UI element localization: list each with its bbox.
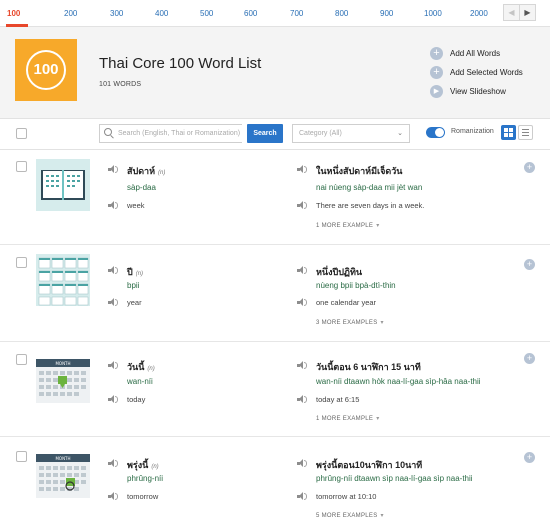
word-row: MONTH พรุ่งนี้ (n) phrûng-níi tomorrow พร… (0, 437, 550, 520)
tab-100[interactable]: 100 (7, 9, 20, 18)
filter-bar: Search (English, Thai or Romanization) S… (0, 119, 550, 150)
word-thai: สัปดาห์ (n) (127, 166, 166, 176)
word-romanization: wan-níi (127, 377, 153, 386)
tab-300[interactable]: 300 (110, 9, 123, 18)
word-row: MONTH วันนี้ (n) wan-níi today วันนี้ตอน … (0, 342, 550, 437)
word-english: today (127, 395, 146, 404)
tab-400[interactable]: 400 (155, 9, 168, 18)
word-row: สัปดาห์ (n) sàp-daa week ในหนึ่งสัปดาห์มี… (0, 150, 550, 245)
grid-view-button[interactable] (501, 125, 516, 140)
word-thai: วันนี้ (n) (127, 362, 155, 372)
speaker-icon[interactable] (108, 459, 118, 468)
chevron-down-icon: ⌄ (397, 130, 403, 137)
speaker-icon[interactable] (297, 492, 307, 501)
search-button[interactable]: Search (247, 124, 283, 143)
add-word-button[interactable]: + (524, 162, 535, 173)
word-romanization: sàp-daa (127, 183, 156, 192)
example-thai: วันนี้ตอน 6 นาฬิกา 15 นาที (316, 362, 421, 372)
logo-number: 100 (26, 50, 66, 90)
tab-600[interactable]: 600 (244, 9, 257, 18)
plus-icon: + (430, 66, 443, 79)
more-examples-link[interactable]: 3 MORE EXAMPLES ▾ (316, 319, 384, 326)
speaker-icon[interactable] (108, 395, 118, 404)
select-all-checkbox[interactable] (16, 128, 27, 139)
add-all-words-label: Add All Words (450, 49, 501, 58)
plus-icon: + (430, 47, 443, 60)
example-thai: ในหนึ่งสัปดาห์มีเจ็ดวัน (316, 166, 403, 176)
word-checkbox[interactable] (16, 257, 27, 268)
tab-1000[interactable]: 1000 (424, 9, 442, 18)
word-romanization: bpii (127, 281, 140, 290)
tab-200[interactable]: 200 (64, 9, 77, 18)
tab-800[interactable]: 800 (335, 9, 348, 18)
add-word-button[interactable]: + (524, 452, 535, 463)
more-examples-link[interactable]: 1 MORE EXAMPLE ▾ (316, 415, 380, 422)
speaker-icon[interactable] (108, 266, 118, 275)
speaker-icon[interactable] (297, 395, 307, 404)
more-examples-link[interactable]: 5 MORE EXAMPLES ▾ (316, 512, 384, 519)
speaker-icon[interactable] (297, 361, 307, 370)
svg-text:MONTH: MONTH (55, 361, 70, 366)
word-checkbox[interactable] (16, 354, 27, 365)
speaker-icon[interactable] (297, 298, 307, 307)
more-examples-link[interactable]: 1 MORE EXAMPLE ▾ (316, 222, 380, 229)
romanization-toggle[interactable] (426, 127, 445, 138)
add-word-button[interactable]: + (524, 259, 535, 270)
word-count: 101 WORDS (99, 81, 142, 88)
word-romanization: phrûng-níi (127, 474, 164, 483)
search-icon (104, 128, 112, 136)
example-romanization: nai nùeng sàp-daa mii jèt wan (316, 183, 423, 192)
word-count-tabs: 100 200 300 400 500 600 700 800 900 1000… (0, 0, 550, 27)
tabs-prev-button[interactable]: ◀ (503, 4, 520, 21)
example-english: tomorrow at 10:10 (316, 492, 377, 501)
example-thai: พรุ่งนี้ตอน10นาฬิกา 10นาที (316, 460, 423, 470)
add-selected-words-label: Add Selected Words (450, 68, 523, 77)
word-checkbox[interactable] (16, 161, 27, 172)
add-word-button[interactable]: + (524, 353, 535, 364)
core-100-logo: 100 (15, 39, 77, 101)
word-thai: ปี (n) (127, 267, 144, 277)
example-romanization: wan-níi dtaawn hòk naa-lí-gaa sìp-hâa na… (316, 377, 481, 386)
speaker-icon[interactable] (297, 165, 307, 174)
tab-2000[interactable]: 2000 (470, 9, 488, 18)
word-row: ปี (n) bpii year หนึ่งปีปฏิทิน nùeng bpii… (0, 245, 550, 342)
month-calendar-tomorrow-icon: MONTH (36, 446, 90, 498)
year-calendar-icon (36, 254, 90, 306)
word-english: year (127, 298, 142, 307)
word-thai: พรุ่งนี้ (n) (127, 460, 159, 470)
speaker-icon[interactable] (297, 459, 307, 468)
play-icon: ▶ (430, 85, 443, 98)
search-input[interactable]: Search (English, Thai or Romanization) (99, 124, 242, 143)
word-english: week (127, 201, 145, 210)
category-select-value: Category (All) (299, 130, 342, 137)
example-thai: หนึ่งปีปฏิทิน (316, 267, 363, 277)
category-select[interactable]: Category (All) ⌄ (292, 124, 410, 143)
word-english: tomorrow (127, 492, 159, 501)
list-header: 100 Thai Core 100 Word List 101 WORDS + … (0, 27, 550, 119)
speaker-icon[interactable] (297, 201, 307, 210)
svg-text:MONTH: MONTH (55, 456, 70, 461)
example-romanization: nùeng bpii bpà-dtì-thin (316, 281, 396, 290)
example-romanization: phrûng-níi dtaawn sìp naa-lí-gaa sìp naa… (316, 474, 473, 483)
speaker-icon[interactable] (108, 165, 118, 174)
speaker-icon[interactable] (108, 298, 118, 307)
example-english: one calendar year (316, 298, 377, 307)
tab-900[interactable]: 900 (380, 9, 393, 18)
view-slideshow-label: View Slideshow (450, 87, 506, 96)
speaker-icon[interactable] (108, 361, 118, 370)
month-calendar-today-icon: MONTH (36, 351, 90, 403)
page-title: Thai Core 100 Word List (99, 55, 262, 72)
romanization-label: Romanization (451, 128, 494, 135)
list-view-button[interactable] (518, 125, 533, 140)
tab-500[interactable]: 500 (200, 9, 213, 18)
speaker-icon[interactable] (108, 201, 118, 210)
tabs-next-button[interactable]: ▶ (519, 4, 536, 21)
example-english: There are seven days in a week. (316, 201, 425, 210)
tab-700[interactable]: 700 (290, 9, 303, 18)
speaker-icon[interactable] (108, 492, 118, 501)
word-checkbox[interactable] (16, 451, 27, 462)
speaker-icon[interactable] (297, 266, 307, 275)
example-english: today at 6:15 (316, 395, 360, 404)
open-book-calendar-icon (36, 159, 90, 211)
